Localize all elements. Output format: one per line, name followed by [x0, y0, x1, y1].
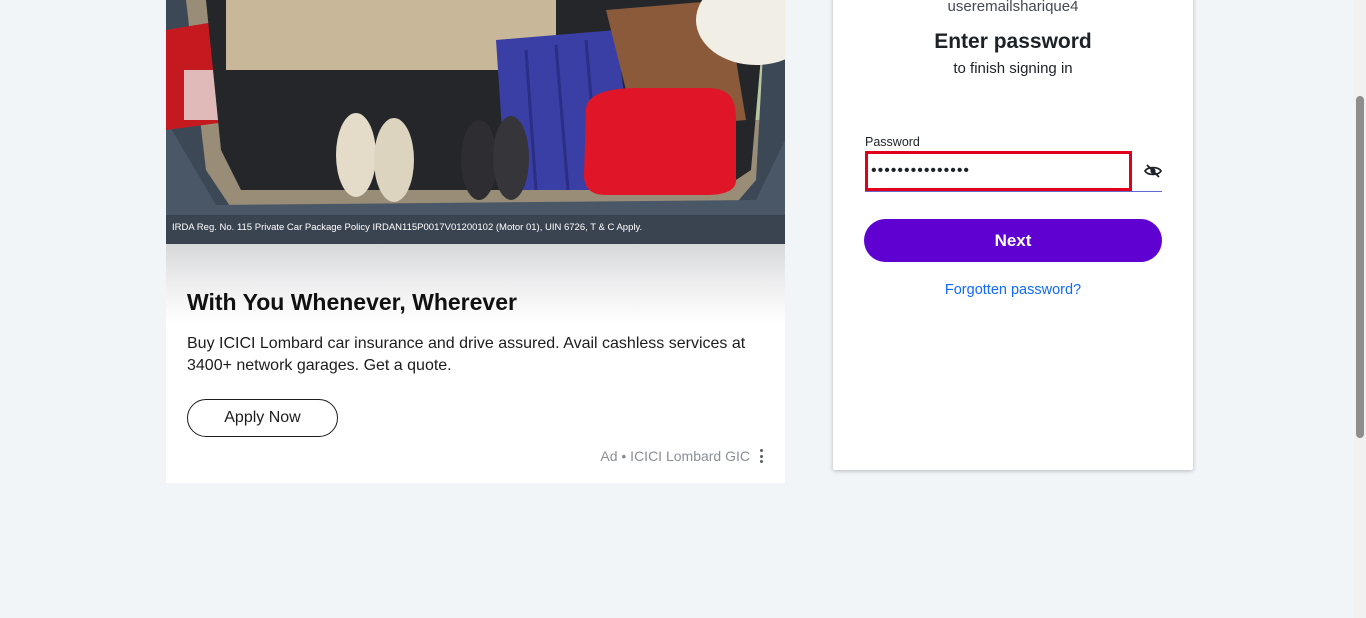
password-field[interactable] — [865, 151, 1132, 191]
apply-now-button[interactable]: Apply Now — [187, 399, 338, 437]
page-title: Enter password — [934, 30, 1092, 53]
next-button[interactable]: Next — [864, 219, 1162, 262]
car-trunk-illustration — [166, 0, 785, 244]
ad-headline[interactable]: With You Whenever, Wherever — [187, 289, 517, 316]
ad-disclaimer: IRDA Reg. No. 115 Private Car Package Po… — [172, 222, 643, 233]
password-underline — [865, 191, 1162, 192]
ad-attribution[interactable]: Ad • ICICI Lombard GIC — [600, 448, 750, 464]
password-label: Password — [865, 135, 920, 149]
page-subtitle: to finish signing in — [953, 60, 1073, 77]
forgot-password-link[interactable]: Forgotten password? — [833, 282, 1193, 298]
ad-body: Buy ICICI Lombard car insurance and driv… — [187, 335, 746, 374]
eye-slash-icon[interactable] — [1143, 161, 1163, 181]
login-card: useremailsharique4 Enter password to fin… — [833, 0, 1193, 470]
username: useremailsharique4 — [947, 0, 1079, 15]
ad-image[interactable]: IRDA Reg. No. 115 Private Car Package Po… — [166, 0, 785, 244]
scrollbar-thumb[interactable] — [1356, 96, 1364, 438]
more-vertical-icon[interactable] — [756, 446, 766, 466]
ad-card[interactable]: IRDA Reg. No. 115 Private Car Package Po… — [166, 0, 785, 483]
